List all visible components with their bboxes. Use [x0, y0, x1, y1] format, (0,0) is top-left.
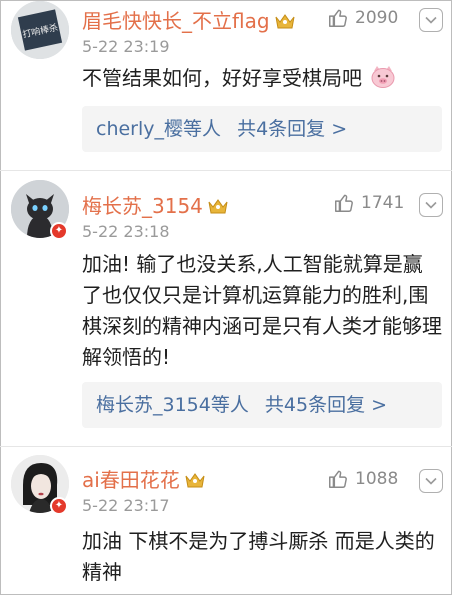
avatar[interactable]: 打响棒杀 — [11, 1, 69, 59]
like-button[interactable]: 1741 — [333, 192, 404, 214]
divider — [0, 446, 452, 447]
like-count: 2090 — [355, 8, 399, 28]
crown-icon — [208, 199, 228, 214]
chevron-down-icon — [425, 477, 437, 485]
pig-face-emoji — [371, 66, 395, 88]
thumbs-up-icon — [329, 470, 347, 488]
like-count: 1741 — [361, 193, 405, 213]
reply-count[interactable]: 共4条回复 > — [237, 118, 347, 140]
chevron-down-icon — [425, 201, 437, 209]
vip-badge-icon: ✦ — [50, 497, 68, 515]
chevron-down-icon — [425, 16, 437, 24]
more-options-button[interactable] — [419, 8, 443, 32]
reply-summary[interactable]: 梅长苏_3154等人 共45条回复 > — [82, 382, 442, 428]
reply-summary[interactable]: cherly_樱等人 共4条回复 > — [82, 106, 442, 152]
username-text[interactable]: 梅长苏_3154 — [82, 194, 203, 218]
timestamp: 5-22 23:18 — [82, 222, 170, 241]
thumbs-up-icon — [335, 194, 353, 212]
reply-count[interactable]: 共45条回复 > — [265, 394, 387, 416]
like-button[interactable]: 2090 — [327, 7, 398, 29]
username[interactable]: ai春田花花 — [82, 464, 206, 493]
more-options-button[interactable] — [419, 193, 443, 217]
comment-text: 加油! 输了也没关系,人工智能就算是赢了也仅仅只是计算机运算能力的胜利,围棋深刻… — [82, 252, 442, 369]
username[interactable]: 梅长苏_3154 — [82, 190, 229, 219]
thumbs-up-icon — [329, 9, 347, 27]
like-button[interactable]: 1088 — [327, 468, 398, 490]
username-text[interactable]: 眉毛快快长_不立flag — [82, 9, 270, 33]
more-options-button[interactable] — [419, 469, 443, 493]
reply-users[interactable]: 梅长苏_3154等人 — [96, 394, 249, 416]
timestamp: 5-22 23:17 — [82, 496, 170, 515]
timestamp: 5-22 23:19 — [82, 37, 170, 56]
crown-icon — [185, 473, 205, 488]
username[interactable]: 眉毛快快长_不立flag — [82, 5, 296, 34]
vip-badge-icon: ✦ — [50, 222, 68, 240]
comment-text: 不管结果如何，好好享受棋局吧 — [82, 63, 442, 94]
crown-icon — [275, 14, 295, 29]
comment-text: 加油 下棋不是为了搏斗厮杀 而是人类的精神 — [82, 529, 435, 584]
divider — [0, 170, 452, 171]
comment-text-body: 不管结果如何，好好享受棋局吧 — [82, 66, 362, 90]
reply-users[interactable]: cherly_樱等人 — [96, 118, 221, 140]
username-text[interactable]: ai春田花花 — [82, 468, 180, 492]
like-count: 1088 — [355, 469, 399, 489]
